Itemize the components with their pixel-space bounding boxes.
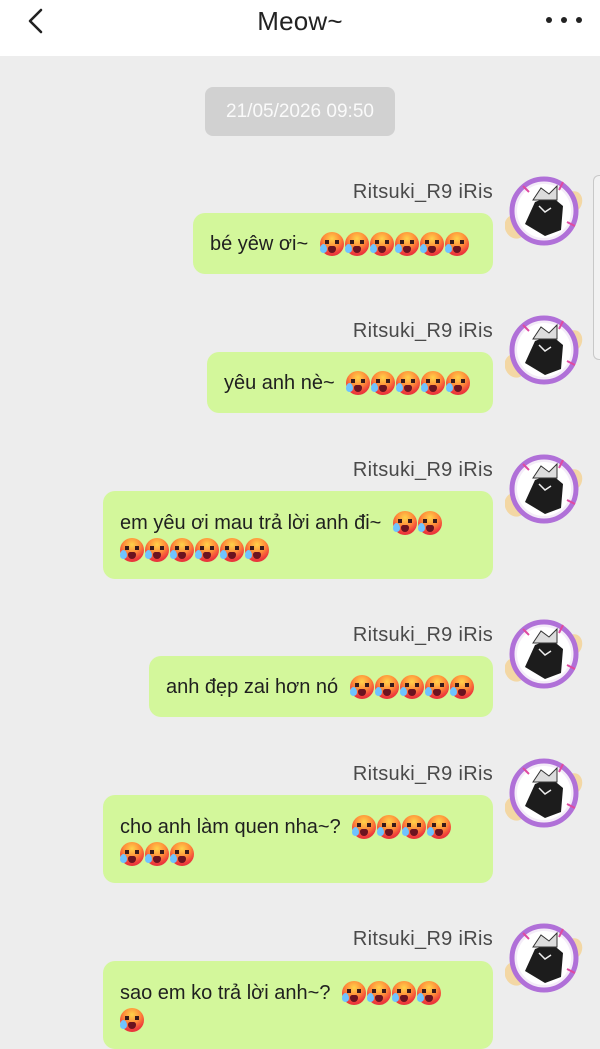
message-bubble[interactable]: yêu anh nè~ — [207, 352, 493, 413]
hot-face-emoji — [346, 370, 371, 395]
message-text: bé yêw ơi~ — [210, 232, 314, 255]
message-bubble[interactable]: em yêu ơi mau trả lời anh đi~ — [103, 491, 493, 579]
hot-face-emoji — [344, 231, 369, 256]
hot-face-emoji — [245, 538, 269, 562]
timestamp-badge: 21/05/2026 09:50 — [205, 87, 395, 136]
hot-face-emoji — [170, 842, 194, 866]
avatar[interactable] — [504, 754, 583, 832]
avatar[interactable] — [504, 450, 583, 528]
hot-face-emoji — [342, 981, 367, 1005]
sender-name: Ritsuki_R9 iRis — [352, 320, 493, 342]
sender-name: Ritsuki_R9 iRis — [352, 181, 493, 203]
hot-face-emoji — [449, 674, 474, 699]
hot-face-emoji — [319, 231, 344, 256]
hot-face-emoji — [424, 674, 449, 699]
hot-face-emoji — [394, 231, 419, 256]
hot-face-emoji — [369, 231, 394, 256]
sender-name: Ritsuki_R9 iRis — [352, 928, 493, 950]
hot-face-emoji — [427, 815, 452, 839]
message-bubble[interactable]: cho anh làm quen nha~? — [103, 795, 493, 883]
hot-face-emoji — [145, 538, 169, 562]
top-bar: Meow~ — [0, 0, 600, 56]
hot-face-emoji — [402, 815, 427, 839]
hot-face-emoji — [145, 842, 169, 866]
emoji-group — [349, 674, 475, 699]
sender-name: Ritsuki_R9 iRis — [352, 459, 493, 481]
hot-face-emoji — [377, 815, 402, 839]
hot-face-emoji — [120, 538, 144, 562]
emoji-group — [392, 511, 443, 535]
emoji-group — [319, 231, 470, 256]
avatar[interactable] — [504, 615, 583, 693]
hot-face-emoji — [120, 1008, 144, 1032]
hot-face-emoji — [374, 674, 399, 699]
scrollbar[interactable] — [593, 175, 600, 360]
hot-face-emoji — [195, 538, 219, 562]
hot-face-emoji — [392, 511, 417, 535]
avatar[interactable] — [504, 919, 583, 997]
hot-face-emoji — [396, 370, 421, 395]
message-text: sao em ko trả lời anh~? — [120, 982, 337, 1004]
hot-face-emoji — [444, 231, 469, 256]
emoji-group — [120, 1008, 145, 1032]
message-bubble[interactable]: anh đẹp zai hơn nó — [149, 656, 493, 717]
hot-face-emoji — [220, 538, 244, 562]
emoji-group — [352, 815, 452, 839]
hot-face-emoji — [367, 981, 392, 1005]
hot-face-emoji — [352, 815, 377, 839]
hot-face-emoji — [371, 370, 396, 395]
message-text: yêu anh nè~ — [224, 371, 341, 394]
hot-face-emoji — [170, 538, 194, 562]
emoji-group — [342, 981, 442, 1005]
message-text: anh đẹp zai hơn nó — [166, 675, 344, 698]
avatar[interactable] — [504, 172, 583, 250]
hot-face-emoji — [120, 842, 144, 866]
sender-name: Ritsuki_R9 iRis — [352, 763, 493, 785]
hot-face-emoji — [392, 981, 417, 1005]
emoji-group — [346, 370, 471, 395]
chat-title: Meow~ — [257, 6, 343, 36]
avatar[interactable] — [504, 311, 583, 389]
hot-face-emoji — [349, 674, 374, 699]
message-text: cho anh làm quen nha~? — [120, 816, 347, 838]
emoji-group — [120, 538, 270, 562]
hot-face-emoji — [446, 370, 471, 395]
more-options-icon[interactable] — [546, 8, 582, 32]
hot-face-emoji — [421, 370, 446, 395]
hot-face-emoji — [417, 511, 442, 535]
message-text: em yêu ơi mau trả lời anh đi~ — [120, 512, 387, 534]
message-bubble[interactable]: sao em ko trả lời anh~? — [103, 961, 493, 1049]
hot-face-emoji — [399, 674, 424, 699]
hot-face-emoji — [417, 981, 442, 1005]
emoji-group — [120, 842, 195, 866]
message-bubble[interactable]: bé yêw ơi~ — [193, 213, 493, 274]
hot-face-emoji — [419, 231, 444, 256]
sender-name: Ritsuki_R9 iRis — [352, 624, 493, 646]
